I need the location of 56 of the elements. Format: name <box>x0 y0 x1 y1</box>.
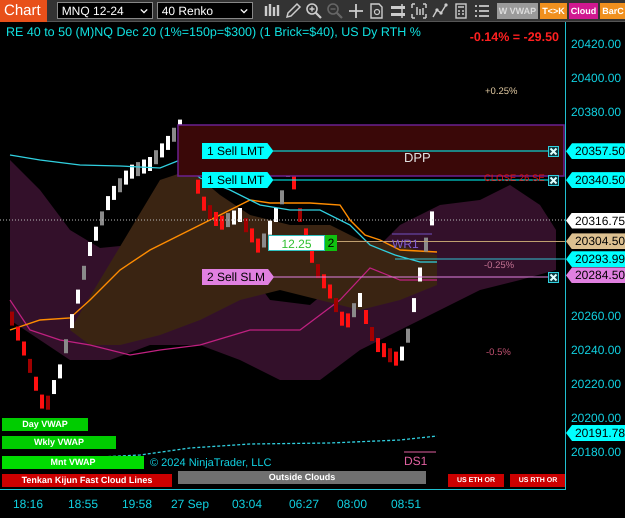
time-tick: 19:58 <box>122 497 152 511</box>
indicator-label: Mnt VWAP <box>2 456 144 469</box>
copyright-text: © 2024 NinjaTrader, LLC <box>150 457 272 469</box>
time-tick: 03:04 <box>232 497 262 511</box>
price-tick: 20260.00 <box>571 309 622 323</box>
chart-title: RE 40 to 50 (M)NQ Dec 20 (1%=150p=$300) (1 Brick=$40), US Dy RTH % <box>6 25 421 39</box>
price-tag: 20293.99 <box>566 251 625 268</box>
order-tag[interactable]: 1 Sell LMT <box>202 172 274 188</box>
level-label: -0.25% <box>484 260 514 271</box>
close-icon[interactable] <box>548 175 559 186</box>
chevron-icon <box>240 8 248 14</box>
pencil-icon[interactable] <box>284 2 302 20</box>
price-tick: 20220.00 <box>571 377 622 391</box>
instrument-dropdown[interactable]: MNQ 12-24 <box>56 2 153 19</box>
chart-tab[interactable]: Chart <box>0 0 47 22</box>
price-tick: 20240.00 <box>571 343 622 357</box>
indicator-label: Wkly VWAP <box>2 436 116 449</box>
crosshair-icon[interactable] <box>346 2 365 20</box>
time-tick: 08:00 <box>336 497 368 511</box>
price-tick: 20380.00 <box>571 105 622 119</box>
time-tick: 06:27 <box>288 497 320 511</box>
quantity-badge: 2 <box>325 235 337 251</box>
price-tag: 20284.50 <box>566 267 625 284</box>
price-tick: 20180.00 <box>571 445 622 459</box>
zone-label: DPP <box>404 150 431 165</box>
indicator-label: Tenkan Kijun Fast Cloud Lines <box>2 474 172 487</box>
price-tick: 20400.00 <box>571 71 622 85</box>
price-tag: 20304.50 <box>566 233 625 250</box>
time-tick: 18:16 <box>12 497 44 511</box>
indicator-label: Outside Clouds <box>178 471 426 484</box>
price-tag: 20191.78 <box>566 424 625 441</box>
close-icon[interactable] <box>548 146 559 157</box>
time-tick: 18:55 <box>68 497 98 511</box>
price-change: -0.14% = -29.50 <box>470 30 559 44</box>
chevron-icon <box>140 8 148 14</box>
toggle-button[interactable]: Cloud <box>568 2 598 18</box>
price-tag: 20316.75 <box>566 212 625 229</box>
level-label: -0.5% <box>486 347 511 358</box>
order-tag[interactable]: 1 Sell LMT <box>202 143 274 159</box>
price-tick: 20200.00 <box>571 411 622 425</box>
level-label: +0.25% <box>485 86 518 97</box>
order-tag[interactable]: 2 Sell SLM <box>202 269 274 285</box>
price-tick: 20420.00 <box>571 37 622 51</box>
price-tag: 20340.50 <box>566 172 625 188</box>
marker-label: DS1 <box>404 454 428 468</box>
line-nodes-icon[interactable] <box>430 2 449 20</box>
time-tick: 27 Sep <box>170 497 210 511</box>
bar-type-dropdown[interactable]: 40 Renko <box>156 2 253 19</box>
ruler-icon[interactable] <box>388 2 407 20</box>
pnl-value: 12.25 <box>268 235 325 251</box>
indicator-label: Day VWAP <box>2 418 88 431</box>
close-icon[interactable] <box>548 272 559 283</box>
time-tick: 08:51 <box>390 497 422 511</box>
bracket-chart-icon[interactable] <box>410 2 428 20</box>
price-tag: 20357.50 <box>566 143 625 160</box>
zoom-in-icon[interactable] <box>304 2 323 20</box>
